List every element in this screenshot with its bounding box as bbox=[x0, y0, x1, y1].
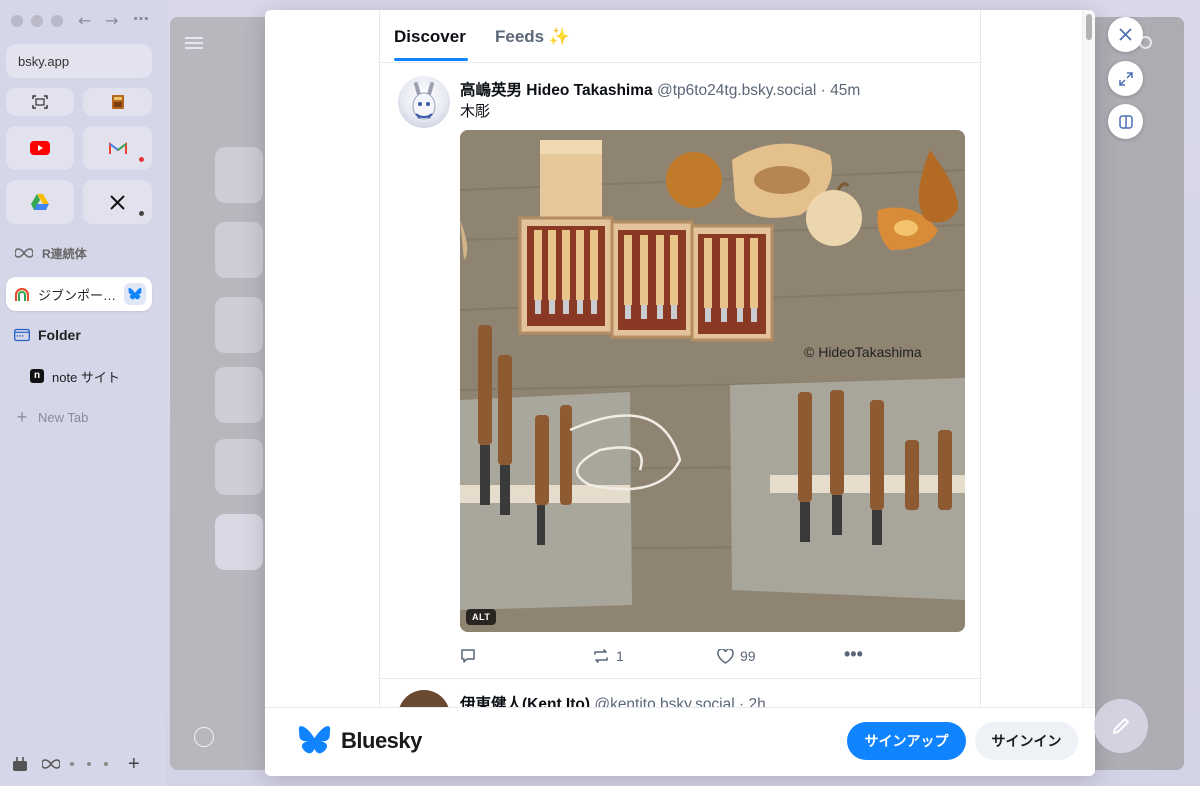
bookmark-app-icon bbox=[111, 95, 124, 109]
pinned-tile-youtube[interactable] bbox=[6, 126, 74, 170]
post-image[interactable]: © HideoTakashima ALT bbox=[460, 130, 965, 632]
sidebar-tab-note[interactable]: n note サイト bbox=[6, 359, 152, 393]
new-tab-button[interactable]: + New Tab bbox=[6, 400, 152, 434]
folder-icon bbox=[14, 327, 30, 343]
bluesky-butterfly-icon bbox=[298, 726, 331, 754]
feed-column: Discover Feeds ✨ 高嶋英男 Hideo Takashima @t… bbox=[379, 10, 981, 742]
feed-tabs: Discover Feeds ✨ bbox=[380, 10, 980, 63]
add-space-plus-icon[interactable]: + bbox=[128, 753, 140, 776]
reply-icon bbox=[461, 649, 475, 663]
back-arrow-icon[interactable]: ← bbox=[78, 11, 91, 30]
unread-badge bbox=[139, 211, 144, 216]
heart-icon bbox=[717, 648, 734, 664]
alt-badge[interactable]: ALT bbox=[466, 609, 497, 625]
tab-discover[interactable]: Discover bbox=[394, 27, 466, 47]
tab-label: note サイト bbox=[52, 369, 120, 385]
split-view-button[interactable] bbox=[1108, 104, 1143, 139]
feed-post[interactable]: 高嶋英男 Hideo Takashima @tp6to24tg.bsky.soc… bbox=[380, 64, 980, 679]
maximize-window-dot[interactable] bbox=[51, 15, 63, 27]
like-count: 99 bbox=[740, 648, 756, 664]
more-dots-icon[interactable]: ⋯ bbox=[133, 9, 149, 28]
infinity-icon bbox=[14, 245, 34, 261]
google-drive-icon bbox=[31, 194, 49, 210]
pinned-tile-x[interactable] bbox=[83, 180, 152, 224]
more-dots-icon: ••• bbox=[844, 644, 863, 664]
gmail-icon bbox=[108, 142, 127, 154]
bluesky-brand[interactable]: Bluesky bbox=[298, 726, 422, 755]
close-icon bbox=[1119, 28, 1132, 41]
brand-name: Bluesky bbox=[341, 727, 422, 753]
minimize-window-dot[interactable] bbox=[31, 15, 43, 27]
plus-icon: + bbox=[16, 406, 28, 427]
bluesky-modal: Discover Feeds ✨ 高嶋英男 Hideo Takashima @t… bbox=[265, 10, 1095, 776]
pencil-icon bbox=[1113, 718, 1129, 734]
expand-overlay-button[interactable] bbox=[1108, 61, 1143, 96]
signin-button[interactable]: サインイン bbox=[975, 722, 1078, 760]
signup-footer: Bluesky サインアップ サインイン bbox=[265, 707, 1095, 776]
pinned-tile-bookmark-app[interactable] bbox=[83, 88, 152, 116]
active-tab-indicator bbox=[394, 58, 468, 61]
scroll-thumb[interactable] bbox=[1086, 14, 1092, 40]
space-infinity-icon[interactable] bbox=[42, 759, 60, 769]
pinned-tile-screenshot[interactable] bbox=[6, 88, 74, 116]
unread-badge bbox=[139, 157, 144, 162]
bluesky-badge-icon bbox=[124, 283, 146, 305]
youtube-icon bbox=[30, 141, 50, 155]
space-label: R連続体 bbox=[42, 246, 87, 261]
site-favicon-icon bbox=[14, 286, 30, 302]
tab-label: ジブンポー… bbox=[38, 287, 117, 303]
tab-feeds[interactable]: Feeds ✨ bbox=[495, 27, 570, 47]
author-handle[interactable]: @tp6to24tg.bsky.social · 45m bbox=[657, 82, 860, 99]
forward-arrow-icon[interactable]: → bbox=[105, 11, 118, 30]
like-button[interactable]: 99 bbox=[717, 648, 756, 664]
expand-icon bbox=[1118, 71, 1133, 86]
space-dot-icon[interactable] bbox=[70, 762, 74, 766]
compose-button[interactable] bbox=[1094, 699, 1148, 753]
space-dot-icon[interactable] bbox=[104, 762, 108, 766]
url-bar[interactable]: bsky.app bbox=[6, 44, 152, 78]
pinned-tile-google-drive[interactable] bbox=[6, 180, 74, 224]
post-actions: 1 99 ••• bbox=[460, 644, 965, 670]
close-window-dot[interactable] bbox=[11, 15, 23, 27]
screenshot-icon bbox=[32, 95, 48, 109]
post-author: 高嶋英男 Hideo Takashima @tp6to24tg.bsky.soc… bbox=[460, 78, 860, 100]
space-dot-icon[interactable] bbox=[87, 762, 91, 766]
sidebar-tab-active[interactable]: ジブンポー… bbox=[6, 277, 152, 311]
author-name[interactable]: 高嶋英男 Hideo Takashima bbox=[460, 82, 653, 99]
x-icon bbox=[110, 194, 125, 210]
sidebar-bottom-bar: + bbox=[12, 753, 152, 776]
reply-button[interactable] bbox=[460, 648, 482, 664]
window-controls[interactable] bbox=[11, 15, 63, 27]
signup-button[interactable]: サインアップ bbox=[847, 722, 966, 760]
new-tab-label: New Tab bbox=[38, 409, 89, 425]
space-label-row: R連続体 bbox=[6, 236, 152, 270]
browser-sidebar: ← → ⋯ bsky.app R連続体 ジブンポー… Folder n note… bbox=[0, 0, 166, 786]
modal-scrollbar[interactable] bbox=[1082, 10, 1095, 707]
sidebar-folder[interactable]: Folder bbox=[6, 318, 152, 352]
carving-tools-photo bbox=[460, 130, 965, 632]
split-view-icon bbox=[1118, 114, 1133, 129]
post-more-button[interactable]: ••• bbox=[844, 644, 863, 665]
repost-count: 1 bbox=[616, 648, 624, 664]
search-icon bbox=[1139, 36, 1152, 49]
archive-icon[interactable] bbox=[12, 756, 28, 772]
folder-label: Folder bbox=[38, 327, 81, 343]
image-watermark: © HideoTakashima bbox=[804, 344, 922, 360]
info-icon bbox=[194, 727, 214, 747]
post-text: 木彫 bbox=[460, 103, 491, 120]
pinned-tile-gmail[interactable] bbox=[83, 126, 152, 170]
avatar[interactable] bbox=[398, 76, 450, 128]
close-overlay-button[interactable] bbox=[1108, 17, 1143, 52]
repost-button[interactable]: 1 bbox=[592, 648, 624, 664]
note-favicon-icon: n bbox=[30, 369, 44, 383]
repost-icon bbox=[594, 649, 608, 663]
